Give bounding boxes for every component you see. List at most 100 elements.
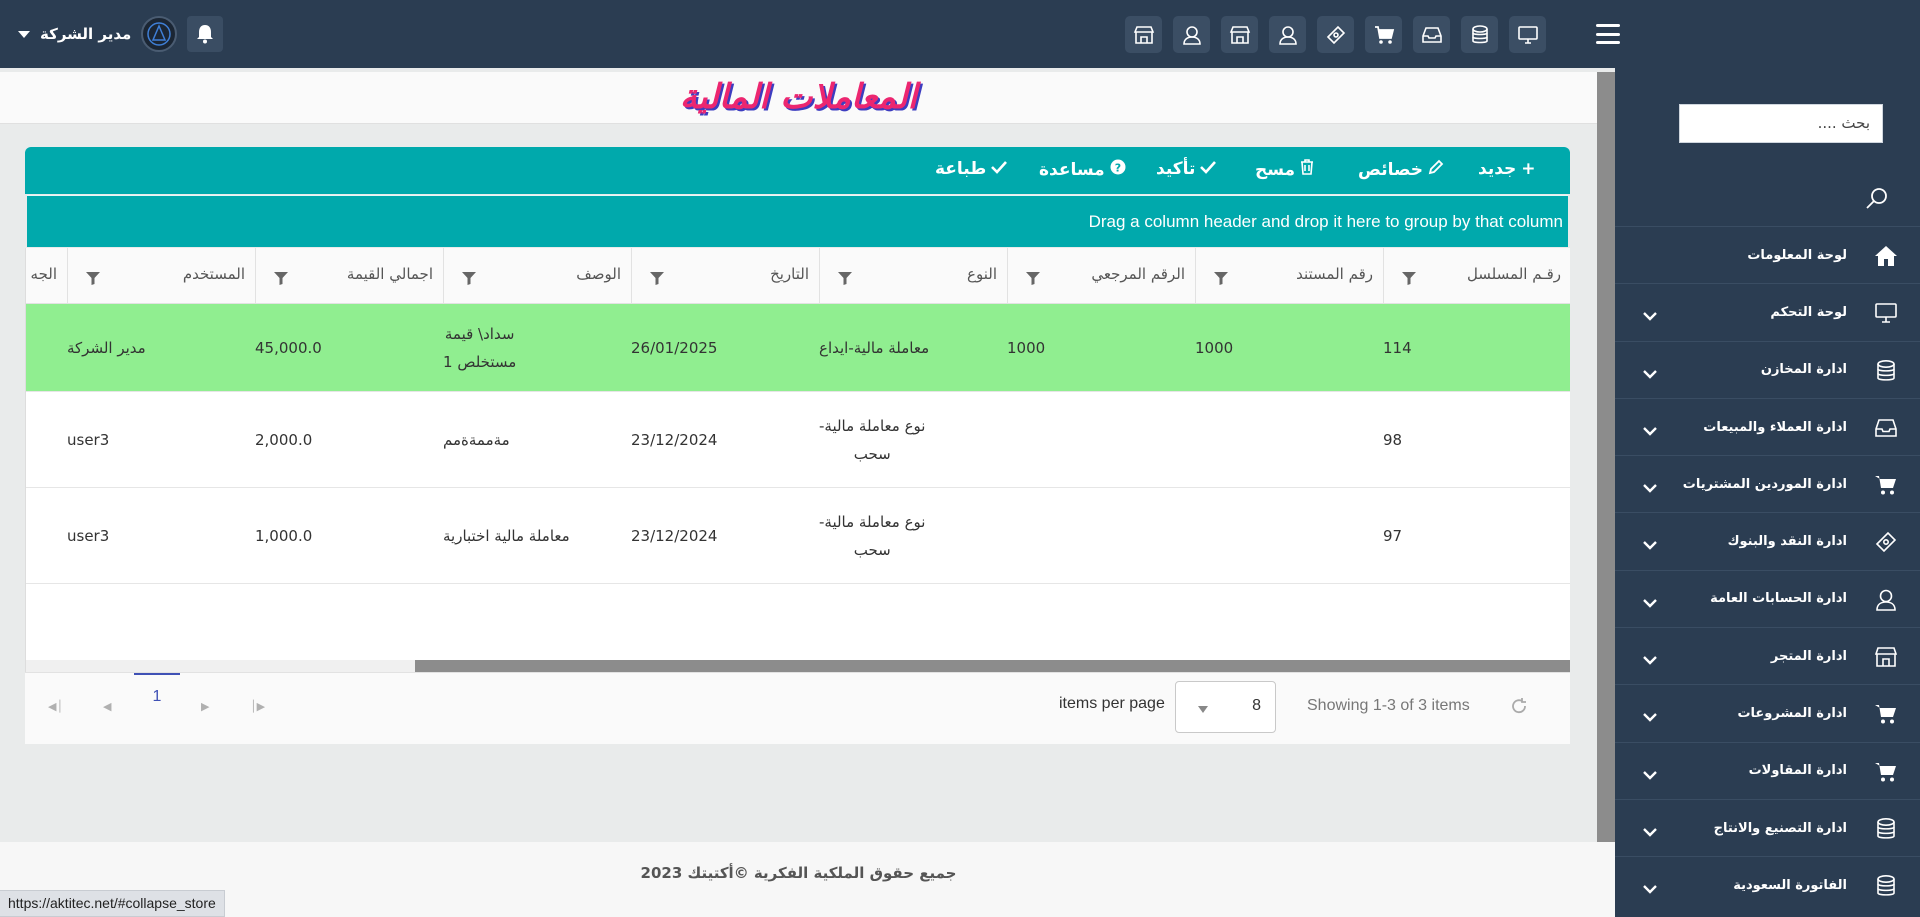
table-cell: 98	[1383, 392, 1570, 487]
column-header-label: النوع	[967, 265, 997, 283]
chevron-down-icon[interactable]	[1643, 306, 1657, 325]
filter-icon[interactable]	[462, 270, 476, 289]
sidebar-search-input[interactable]: بحث ....	[1679, 104, 1883, 143]
filter-icon[interactable]	[650, 270, 664, 289]
inbox-icon[interactable]	[1413, 16, 1450, 53]
horizontal-scrollbar[interactable]	[26, 660, 1570, 672]
chevron-down-icon[interactable]	[1643, 650, 1657, 669]
table-cell	[1195, 392, 1383, 487]
chevron-down-icon[interactable]	[1643, 765, 1657, 784]
filter-icon[interactable]	[274, 270, 288, 289]
chevron-down-icon[interactable]	[1643, 478, 1657, 497]
database-icon[interactable]	[1461, 16, 1498, 53]
user-menu[interactable]: مدير الشركة	[18, 16, 224, 52]
money-icon	[1874, 530, 1898, 554]
filter-icon[interactable]	[1402, 270, 1416, 289]
sidebar-item[interactable]: ادارة الحسابات العامة	[1615, 569, 1920, 627]
vertical-scrollbar[interactable]	[1597, 72, 1615, 842]
properties-button[interactable]: خصائص	[1358, 159, 1444, 180]
table-cell: 2,000.0	[255, 392, 443, 487]
sidebar-item[interactable]: ادارة المشروعات	[1615, 684, 1920, 741]
sidebar-item[interactable]: لوحة المعلومات	[1615, 226, 1920, 283]
table-cell: user3	[67, 488, 255, 583]
table-row[interactable]: 114 1000 1000 معاملة مالية-ايداع 26/01/2025 س…	[26, 304, 1570, 392]
properties-button-label: خصائص	[1358, 159, 1423, 180]
column-header[interactable]: النوع	[819, 248, 1007, 304]
column-header-label: اجمالي القيمة	[346, 265, 433, 283]
new-button[interactable]: + جديد	[1478, 159, 1536, 179]
sidebar-item-label: ادارة التصنيع والانتاج	[1713, 820, 1847, 836]
chevron-down-icon[interactable]	[1643, 707, 1657, 726]
sidebar-item[interactable]: ادارة العملاء والمبيعات	[1615, 397, 1920, 455]
items-per-page-select[interactable]: 8	[1175, 681, 1276, 733]
caret-down-icon[interactable]	[18, 30, 30, 38]
data-grid: رقـم المسلسل رقم المستند الرقم المرجعي النو…	[25, 248, 1570, 672]
print-button[interactable]: طباعة	[935, 159, 1008, 179]
sidebar-item[interactable]: ادارة الموردين المشتريات	[1615, 455, 1920, 512]
sidebar-item[interactable]: ادارة المتجر	[1615, 627, 1920, 684]
sidebar-item[interactable]: لوحة التحكم	[1615, 283, 1920, 340]
last-page-icon[interactable]: │▶	[250, 700, 265, 713]
help-button[interactable]: ? مساعدة	[1039, 159, 1126, 180]
cart-icon[interactable]	[1365, 16, 1402, 53]
delete-button[interactable]: مسح	[1255, 159, 1314, 180]
filter-icon[interactable]	[1214, 270, 1228, 289]
search-icon[interactable]	[1865, 186, 1889, 214]
store-icon[interactable]	[1221, 16, 1258, 53]
chevron-down-icon[interactable]	[1643, 593, 1657, 612]
help-button-label: مساعدة	[1039, 159, 1105, 180]
chevron-down-icon[interactable]	[1643, 535, 1657, 554]
avatar[interactable]	[141, 16, 178, 52]
monitor-icon	[1874, 301, 1898, 325]
column-header[interactable]: رقـم المسلسل	[1383, 248, 1570, 304]
table-row[interactable]: 97 نوع معاملة مالية- سحب 23/12/2024 معاملة م…	[26, 488, 1570, 584]
sidebar-item[interactable]: ادارة المخازن	[1615, 340, 1920, 398]
sidebar-item[interactable]: الفاتورة السعودية	[1615, 856, 1920, 913]
column-header[interactable]: اجمالي القيمة	[255, 248, 443, 304]
bell-icon[interactable]	[187, 16, 224, 52]
money-icon[interactable]	[1317, 16, 1354, 53]
chevron-down-icon[interactable]	[1643, 421, 1657, 440]
group-drop-area[interactable]: Drag a column header and drop it here to…	[27, 195, 1568, 247]
table-cell: سداد\ قيمة مستخلص 1	[443, 304, 631, 391]
column-header[interactable]: التاريخ	[631, 248, 819, 304]
filter-icon[interactable]	[86, 270, 100, 289]
hamburger-menu-icon[interactable]	[1596, 24, 1620, 44]
table-cell: 1,000.0	[255, 488, 443, 583]
filter-icon[interactable]	[1026, 270, 1040, 289]
table-cell: معاملة مالية اختبارية	[443, 488, 631, 583]
column-header[interactable]: الوصف	[443, 248, 631, 304]
sidebar-item[interactable]: ادارة النقد والبنوك	[1615, 512, 1920, 569]
user-icon[interactable]	[1269, 16, 1306, 53]
sidebar-menu: لوحة المعلومات لوحة التحكم ادارة المخازن اد…	[1615, 226, 1920, 914]
showing-items-text: Showing 1-3 of 3 items	[1307, 697, 1470, 714]
confirm-button[interactable]: تأكيد	[1156, 159, 1217, 179]
sidebar-item[interactable]: ادارة التصنيع والانتاج	[1615, 798, 1920, 856]
chevron-down-icon[interactable]	[1643, 822, 1657, 841]
table-row[interactable]: 98 نوع معاملة مالية- سحب 23/12/2024 مةممةةمم…	[26, 392, 1570, 488]
column-header[interactable]: الجه	[26, 248, 67, 304]
prev-page-icon[interactable]: ◀	[103, 700, 111, 713]
dropdown-arrow-icon	[1198, 706, 1208, 713]
column-header[interactable]: المستخدم	[67, 248, 255, 304]
filter-icon[interactable]	[838, 270, 852, 289]
chevron-down-icon[interactable]	[1643, 364, 1657, 383]
store-icon[interactable]	[1125, 16, 1162, 53]
items-per-page-value: 8	[1252, 697, 1261, 714]
table-cell: 114	[1383, 304, 1570, 391]
column-header[interactable]: رقم المستند	[1195, 248, 1383, 304]
user-name[interactable]: مدير الشركة	[40, 25, 131, 43]
column-header-label: الرقم المرجعي	[1091, 265, 1185, 283]
grid-pager: ◀│ ◀ 1 ▶ │▶ items per page 8 Showing 1-3…	[25, 672, 1570, 744]
horizontal-scroll-thumb[interactable]	[415, 660, 1570, 672]
user-icon[interactable]	[1173, 16, 1210, 53]
chevron-down-icon[interactable]	[1643, 879, 1657, 898]
refresh-icon[interactable]	[1510, 697, 1528, 719]
next-page-icon[interactable]: ▶	[201, 700, 209, 713]
sidebar-item[interactable]: ادارة المقاولات	[1615, 741, 1920, 799]
cell-text: نوع معاملة مالية-	[819, 416, 926, 435]
first-page-icon[interactable]: ◀│	[48, 700, 63, 713]
page-number-current[interactable]: 1	[134, 673, 180, 721]
column-header[interactable]: الرقم المرجعي	[1007, 248, 1195, 304]
monitor-icon[interactable]	[1509, 16, 1546, 53]
